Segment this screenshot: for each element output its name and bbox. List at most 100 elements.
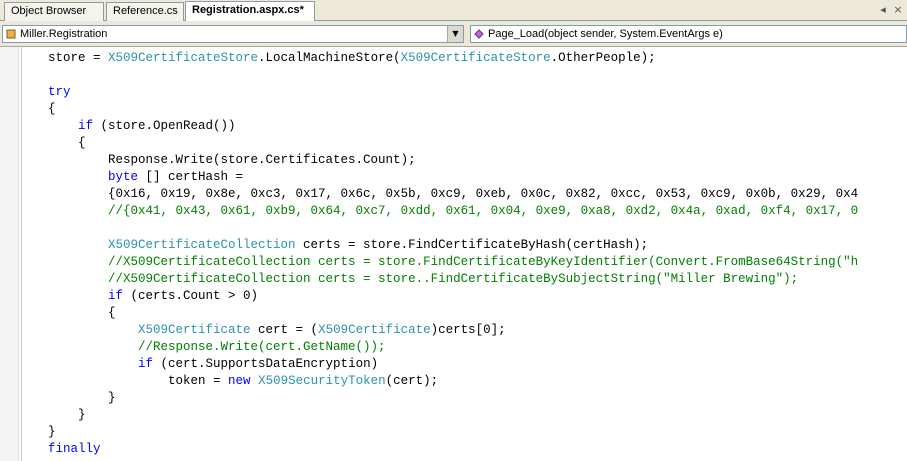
tab-object-browser[interactable]: Object Browser xyxy=(4,2,104,21)
code-text-run xyxy=(251,374,259,388)
code-text[interactable]: store = X509CertificateStore.LocalMachin… xyxy=(48,50,858,458)
code-line: X509CertificateCollection certs = store.… xyxy=(48,237,858,254)
member-selector-value: Page_Load(object sender, System.EventArg… xyxy=(488,28,723,40)
tab-reference-cs[interactable]: Reference.cs xyxy=(106,2,184,21)
code-line: byte [] certHash = xyxy=(48,169,858,186)
keyword: byte xyxy=(108,170,139,184)
chevron-down-icon[interactable]: ▼ xyxy=(447,26,463,42)
comment: //{0x41, 0x43, 0x61, 0xb9, 0x64, 0xc7, 0… xyxy=(108,204,859,218)
code-line: Response.Write(store.Certificates.Count)… xyxy=(48,152,858,169)
scroll-tabs-left-icon[interactable]: ◂ xyxy=(876,3,890,17)
code-text-run: certs = store.FindCertificateByHash(cert… xyxy=(295,238,649,252)
class-icon xyxy=(6,29,16,39)
code-text-run: } xyxy=(48,425,56,439)
code-line: //{0x41, 0x43, 0x61, 0xb9, 0x64, 0xc7, 0… xyxy=(48,203,858,220)
keyword: finally xyxy=(48,442,101,456)
code-line: { xyxy=(48,305,858,322)
comment: //X509CertificateCollection certs = stor… xyxy=(108,272,799,286)
code-text-run: } xyxy=(108,391,116,405)
code-line: { xyxy=(48,101,858,118)
type-name: X509CertificateStore xyxy=(108,51,259,65)
tab-label: Object Browser xyxy=(11,5,87,17)
outlining-margin xyxy=(21,47,22,461)
code-line: store = X509CertificateStore.LocalMachin… xyxy=(48,50,858,67)
comment: //Response.Write(cert.GetName()); xyxy=(138,340,386,354)
code-text-run: token = xyxy=(168,374,229,388)
code-text-run: .OtherPeople); xyxy=(550,51,656,65)
type-name: X509Certificate xyxy=(138,323,251,337)
document-tab-strip: Object Browser Reference.cs Registration… xyxy=(0,0,907,22)
code-line: //X509CertificateCollection certs = stor… xyxy=(48,271,858,288)
tab-registration-aspx-cs[interactable]: Registration.aspx.cs* xyxy=(185,1,315,22)
keyword: if xyxy=(78,119,94,133)
code-line: try xyxy=(48,84,858,101)
type-name: X509Certificate xyxy=(318,323,431,337)
code-line: token = new X509SecurityToken(cert); xyxy=(48,373,858,390)
class-selector-value: Miller.Registration xyxy=(20,28,108,40)
code-line: if (store.OpenRead()) xyxy=(48,118,858,135)
code-line: {0x16, 0x19, 0x8e, 0xc3, 0x17, 0x6c, 0x5… xyxy=(48,186,858,203)
code-text-run: { xyxy=(108,306,116,320)
code-text-run: (store.OpenRead()) xyxy=(93,119,236,133)
code-line: finally xyxy=(48,441,858,458)
code-line: { xyxy=(48,135,858,152)
comment: //X509CertificateCollection certs = stor… xyxy=(108,255,859,269)
code-line: } xyxy=(48,390,858,407)
code-text-run: (certs.Count > 0) xyxy=(123,289,259,303)
type-name: X509CertificateCollection xyxy=(108,238,296,252)
code-line: } xyxy=(48,424,858,441)
code-text-run: [] certHash = xyxy=(138,170,244,184)
tab-label: Reference.cs xyxy=(113,5,178,17)
keyword: new xyxy=(228,374,251,388)
code-text-run: { xyxy=(48,102,56,116)
code-line: if (certs.Count > 0) xyxy=(48,288,858,305)
code-line: } xyxy=(48,407,858,424)
type-name: X509SecurityToken xyxy=(258,374,386,388)
code-line: //X509CertificateCollection certs = stor… xyxy=(48,254,858,271)
method-icon xyxy=(474,29,484,39)
code-text-run: cert = ( xyxy=(250,323,319,337)
code-text-run: Response.Write(store.Certificates.Count)… xyxy=(108,153,416,167)
keyword: if xyxy=(138,357,154,371)
code-text-run: (cert); xyxy=(385,374,439,388)
member-selector-dropdown[interactable]: Page_Load(object sender, System.EventArg… xyxy=(470,25,907,43)
editor-gutter xyxy=(0,47,19,461)
type-name: X509CertificateStore xyxy=(400,51,551,65)
code-text-run: {0x16, 0x19, 0x8e, 0xc3, 0x17, 0x6c, 0x5… xyxy=(108,187,859,201)
code-text-run: } xyxy=(78,408,86,422)
close-document-icon[interactable]: × xyxy=(891,3,905,17)
code-line: if (cert.SupportsDataEncryption) xyxy=(48,356,858,373)
code-editor[interactable]: store = X509CertificateStore.LocalMachin… xyxy=(0,47,907,461)
keyword: if xyxy=(108,289,124,303)
class-selector-dropdown[interactable]: Miller.Registration ▼ xyxy=(2,25,464,43)
code-text-run: .LocalMachineStore( xyxy=(258,51,401,65)
code-line: X509Certificate cert = (X509Certificate)… xyxy=(48,322,858,339)
code-text-run: store = xyxy=(48,51,109,65)
code-text-run: )certs[0]; xyxy=(430,323,506,337)
code-text-run: (cert.SupportsDataEncryption) xyxy=(153,357,379,371)
code-line: //Response.Write(cert.GetName()); xyxy=(48,339,858,356)
tab-label: Registration.aspx.cs* xyxy=(192,4,304,16)
code-text-run: { xyxy=(78,136,86,150)
code-navigation-bar: Miller.Registration ▼ Page_Load(object s… xyxy=(0,21,907,47)
keyword: try xyxy=(48,85,71,99)
